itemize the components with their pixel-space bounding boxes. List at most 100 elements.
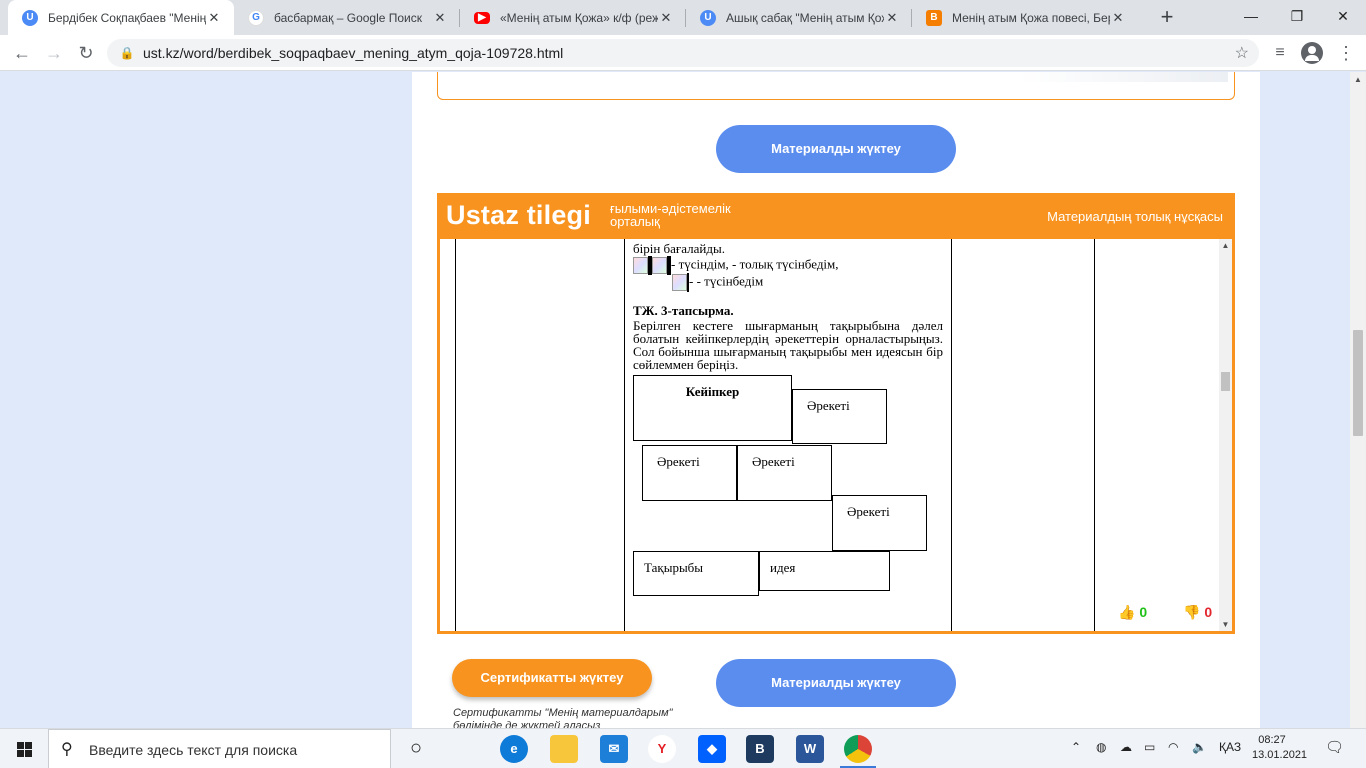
like-button[interactable]: 👍 0: [1118, 604, 1147, 621]
tab-title: Ашық сабақ "Менің атым Қож: [726, 10, 884, 25]
youtube-icon: ▶: [474, 11, 490, 24]
menu-icon[interactable]: ⋮: [1334, 41, 1358, 65]
table-border: [455, 239, 456, 631]
restore-icon[interactable]: ❐: [1274, 0, 1320, 33]
tab-4[interactable]: U Ашық сабақ "Менің атым Қож ✕: [686, 0, 912, 35]
thumbs-down-icon: 👎: [1183, 604, 1201, 620]
close-icon[interactable]: ✕: [432, 10, 448, 26]
tab-title: Бердібек Соқпақбаев "Менің: [48, 10, 206, 25]
reading-list-icon[interactable]: ≡: [1268, 41, 1292, 65]
edge-icon[interactable]: e: [500, 735, 528, 763]
search-placeholder: Введите здесь текст для поиска: [89, 742, 298, 758]
certificate-note: Сертификатты "Менің материалдарым" бөлім…: [453, 707, 673, 728]
url-text: ust.kz/word/berdibek_soqpaqbaev_mening_a…: [143, 45, 564, 61]
dislike-count: 0: [1204, 604, 1213, 620]
idea-label: идея: [770, 560, 796, 575]
clock-time: 08:27: [1258, 734, 1286, 746]
tab-2[interactable]: G басбармақ – Google Поиск ✕: [234, 0, 460, 35]
minimize-icon[interactable]: —: [1228, 0, 1274, 33]
lock-icon[interactable]: 🔒: [118, 44, 136, 62]
download-certificate-button[interactable]: Сертификатты жүктеу: [452, 659, 652, 697]
forward-icon[interactable]: →: [40, 39, 68, 67]
brand-logo: Ustaz tilegi: [446, 200, 591, 230]
close-window-icon[interactable]: ✕: [1320, 0, 1366, 33]
idea-box: идея: [759, 551, 890, 591]
blogger-icon: B: [926, 9, 942, 26]
action-box-3: Әрекеті: [737, 445, 832, 501]
download-material-button-top[interactable]: Материалды жүктеу: [716, 125, 956, 173]
ustaz-tilegi-icon: U: [22, 9, 38, 26]
taskbar-search[interactable]: ⚲ Введите здесь текст для поиска: [48, 729, 391, 768]
profile-avatar-icon[interactable]: [1301, 42, 1323, 64]
blogger-b-icon[interactable]: B: [746, 735, 774, 763]
clock-date: 13.01.2021: [1252, 749, 1308, 761]
action-label: Әрекеті: [657, 454, 700, 469]
tab-5[interactable]: B Менің атым Қожа повесі, Бер ✕: [912, 0, 1138, 35]
action-box-4: Әрекеті: [832, 495, 927, 551]
yandex-icon[interactable]: Y: [648, 735, 676, 763]
brand-subtitle: ғылыми-әдістемелік орталық: [610, 201, 731, 229]
windows-start-icon[interactable]: [0, 729, 48, 768]
ustaz-tilegi-icon: U: [700, 9, 716, 26]
table-border: [624, 239, 625, 631]
battery-icon[interactable]: ▭: [1144, 740, 1155, 754]
scroll-up-icon[interactable]: ▲: [1350, 72, 1366, 88]
bookmark-star-icon[interactable]: ☆: [1235, 43, 1249, 63]
tab-title: Менің атым Қожа повесі, Бер: [952, 10, 1110, 25]
task-body: Берілген кестеге шығарманың тақырыбына д…: [633, 318, 943, 372]
page-scrollbar[interactable]: ▲: [1350, 72, 1366, 728]
scroll-thumb[interactable]: [1221, 372, 1230, 391]
back-icon[interactable]: ←: [8, 39, 36, 67]
viewer-header: Ustaz tilegi ғылыми-әдістемелік орталық …: [440, 196, 1232, 239]
document-viewer: Ustaz tilegi ғылыми-әдістемелік орталық …: [437, 193, 1235, 634]
close-icon[interactable]: ✕: [658, 10, 674, 26]
action-box-1: Әрекеті: [792, 389, 887, 444]
wifi-icon[interactable]: ◠: [1168, 740, 1178, 754]
viewer-scrollbar[interactable]: ▲ ▼: [1219, 239, 1232, 631]
tray-meet-icon[interactable]: ◍: [1096, 740, 1106, 754]
tab-1[interactable]: U Бердібек Соқпақбаев "Менің ✕: [8, 0, 234, 35]
doc-line-1: бірін бағалайды.: [633, 241, 725, 256]
close-icon[interactable]: ✕: [884, 10, 900, 26]
new-tab-button[interactable]: +: [1154, 5, 1180, 31]
previous-card: [437, 72, 1235, 100]
emoji-image: [672, 274, 687, 291]
volume-icon[interactable]: 🔈: [1192, 740, 1207, 754]
address-bar[interactable]: 🔒 ust.kz/word/berdibek_soqpaqbaev_mening…: [107, 39, 1259, 67]
theme-label: Тақырыбы: [644, 560, 704, 575]
tray-chevron-icon[interactable]: ⌃: [1071, 740, 1081, 754]
action-label: Әрекеті: [807, 398, 850, 413]
theme-box: Тақырыбы: [633, 551, 759, 596]
page-viewport: Материалды жүктеу Ustaz tilegi ғылыми-әд…: [0, 72, 1350, 728]
close-icon[interactable]: ✕: [206, 10, 222, 26]
file-explorer-icon[interactable]: [550, 735, 578, 763]
scroll-up-icon[interactable]: ▲: [1219, 239, 1232, 252]
dropbox-icon[interactable]: ◆: [698, 735, 726, 763]
task-view-icon[interactable]: ○: [402, 735, 430, 763]
table-border: [951, 239, 952, 631]
doc-line-2-text: - түсіндім, - толық түсінбедім,: [671, 256, 839, 272]
dislike-button[interactable]: 👎 0: [1183, 604, 1212, 621]
table-border: [1094, 239, 1095, 631]
scroll-thumb[interactable]: [1353, 330, 1363, 436]
close-icon[interactable]: ✕: [1110, 10, 1126, 26]
scroll-down-icon[interactable]: ▼: [1219, 618, 1232, 631]
full-version-link[interactable]: Материалдың толық нұсқасы: [1047, 209, 1223, 224]
language-indicator[interactable]: ҚАЗ: [1219, 740, 1241, 754]
document-page: — бірін бағалайды. - түсіндім, - толық т…: [440, 239, 1220, 631]
action-label: Әрекеті: [847, 504, 890, 519]
doc-line-3-text: - - түсінбедім: [689, 273, 764, 289]
notifications-icon[interactable]: 🗨: [1325, 738, 1344, 756]
google-icon: G: [248, 9, 264, 26]
mail-icon[interactable]: ✉: [600, 735, 628, 763]
windows-taskbar: ⚲ Введите здесь текст для поиска ○ e ✉ Y…: [0, 728, 1366, 768]
onedrive-icon[interactable]: ☁: [1120, 740, 1132, 754]
download-material-button-bottom[interactable]: Материалды жүктеу: [716, 659, 956, 707]
clock[interactable]: 08:27 13.01.2021: [1252, 733, 1308, 763]
search-icon: ⚲: [61, 741, 73, 758]
chrome-icon[interactable]: [844, 735, 872, 763]
reload-icon[interactable]: ↻: [72, 39, 100, 67]
word-icon[interactable]: W: [796, 735, 824, 763]
tab-3[interactable]: ▶ «Менің атым Қожа» к/ф (реж ✕: [460, 0, 686, 35]
card-image: [1018, 72, 1228, 82]
